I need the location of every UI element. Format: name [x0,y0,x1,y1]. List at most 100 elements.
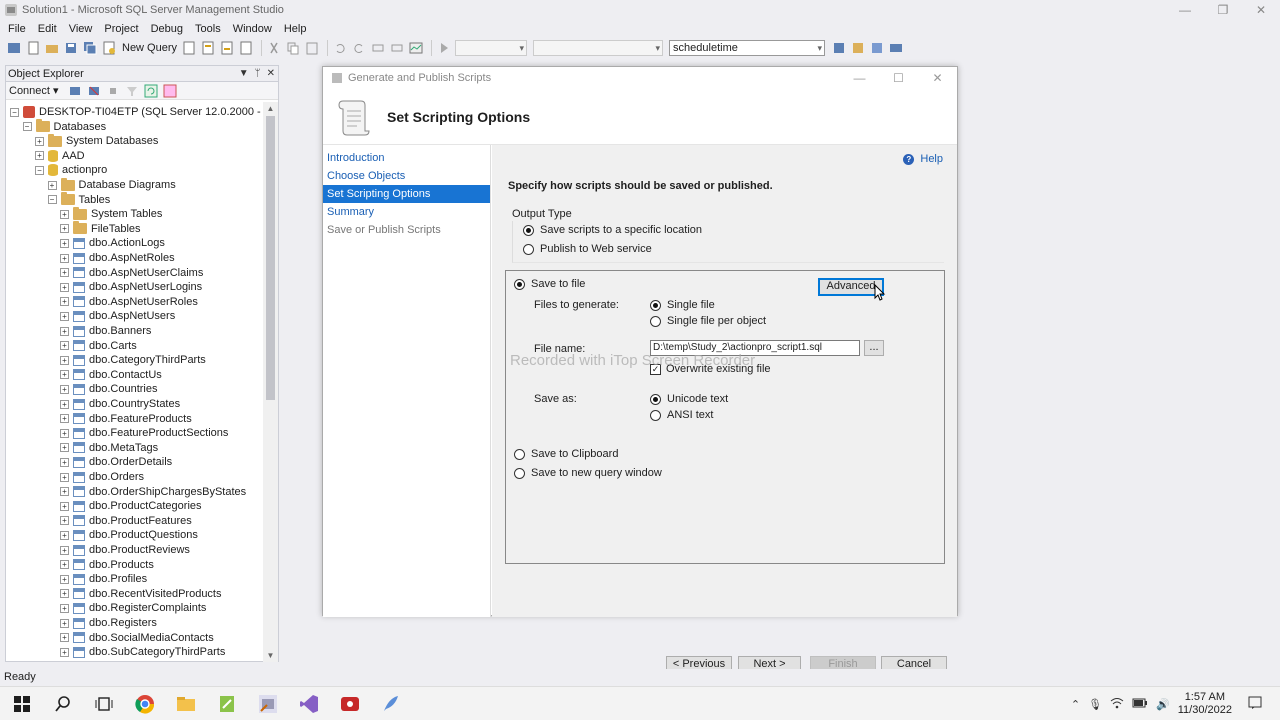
panel-close-icon[interactable]: ✕ [267,68,275,79]
tree-node[interactable]: + System Databases [35,133,158,148]
available-databases-combo[interactable]: scheduletime [669,40,826,56]
tree-node[interactable]: + dbo.ProductQuestions [60,528,198,542]
ansi-text-radio[interactable]: ANSI text [650,409,713,421]
menu-file[interactable]: File [2,23,32,35]
toolbox-icon[interactable] [888,40,904,56]
mdx-query-icon[interactable] [200,40,216,56]
menu-window[interactable]: Window [227,23,278,35]
radio-button[interactable] [650,393,661,405]
tree-node[interactable]: + dbo.MetaTags [60,441,158,455]
microphone-icon[interactable]: 🎙 [1088,698,1102,711]
tree-node[interactable]: − actionpro [35,163,107,177]
tree-node[interactable]: + dbo.SocialMediaContacts [60,631,214,645]
expand-icon[interactable]: + [60,268,69,278]
tree-node[interactable]: + dbo.Countries [60,382,158,396]
tree-node[interactable]: − Tables [47,192,110,207]
tree-node[interactable]: + dbo.AspNetUserRoles [60,295,198,309]
new-file-icon[interactable] [25,40,41,56]
redo-icon[interactable] [351,40,367,56]
new-query-icon[interactable] [101,40,117,56]
nav-set-scripting-options[interactable]: Set Scripting Options [323,185,490,203]
open-folder-icon[interactable] [44,40,60,56]
expand-icon[interactable]: + [60,603,69,613]
expand-icon[interactable]: + [35,136,44,146]
solution-config-combo[interactable] [455,40,528,56]
menu-debug[interactable]: Debug [145,23,189,35]
expand-icon[interactable]: + [60,487,69,497]
tree-node[interactable]: + dbo.FeatureProducts [60,412,192,426]
expand-icon[interactable]: + [60,384,69,394]
save-to-clipboard-radio[interactable]: Save to Clipboard [514,448,618,460]
tree-node[interactable]: + dbo.AspNetRoles [60,251,175,265]
expand-icon[interactable]: + [60,530,69,540]
file-explorer-icon[interactable] [176,694,196,714]
paste-icon[interactable] [304,40,320,56]
expand-icon[interactable]: + [60,326,69,336]
activity-monitor-icon[interactable] [408,40,424,56]
tree-node[interactable]: + dbo.ContactUs [60,368,162,382]
tree-node[interactable]: + dbo.AspNetUsers [60,309,175,323]
connect-button[interactable]: Connect ▾ [9,84,59,97]
tree-node[interactable]: + dbo.RegisterComplaints [60,601,206,615]
save-icon[interactable] [63,40,79,56]
cut-icon[interactable] [266,40,282,56]
menu-edit[interactable]: Edit [32,23,63,35]
radio-button[interactable] [523,224,534,236]
radio-button[interactable] [650,299,661,311]
object-explorer-icon[interactable] [831,40,847,56]
nav-introduction[interactable]: Introduction [323,149,490,167]
expand-icon[interactable]: + [60,589,69,599]
new-project-icon[interactable] [6,40,22,56]
radio-button[interactable] [514,278,525,290]
collapse-icon[interactable]: − [22,122,32,132]
connect-object-explorer-icon[interactable] [67,83,83,99]
help-link[interactable]: ? Help [903,153,943,165]
screen-recorder-icon[interactable] [340,694,360,714]
expand-icon[interactable]: + [60,414,69,424]
expand-icon[interactable]: + [60,618,69,628]
undo-icon[interactable] [332,40,348,56]
tree-node[interactable]: + dbo.ProductReviews [60,543,190,557]
activity-icon[interactable] [162,83,178,99]
tree-node[interactable]: + dbo.Registers [60,616,157,630]
output-specific-location-radio[interactable]: Save scripts to a specific location [523,224,702,236]
expand-icon[interactable]: + [60,457,69,467]
refresh-icon[interactable] [143,83,159,99]
registered-servers-icon[interactable] [850,40,866,56]
expand-icon[interactable]: + [60,355,69,365]
database-query-icon[interactable] [181,40,197,56]
radio-button[interactable] [523,243,534,255]
tree-node[interactable]: − Databases [22,119,106,134]
tree-node[interactable]: + dbo.ProductFeatures [60,514,192,528]
expand-icon[interactable]: + [60,253,69,263]
pin-icon[interactable]: ᛘ [255,68,261,79]
tree-node[interactable]: + dbo.Banners [60,324,151,338]
properties-icon[interactable] [869,40,885,56]
taskbar-clock[interactable]: 1:57 AM 11/30/2022 [1178,691,1232,717]
expand-icon[interactable]: + [60,341,69,351]
radio-button[interactable] [514,448,525,460]
save-to-file-radio[interactable]: Save to file [514,278,585,290]
expand-icon[interactable]: + [60,545,69,555]
navigate-forward-icon[interactable] [389,40,405,56]
dmx-query-icon[interactable] [219,40,235,56]
tree-node[interactable]: + dbo.AspNetUserClaims [60,266,203,280]
expand-icon[interactable]: + [60,224,69,234]
chevron-up-icon[interactable]: ⌃ [1071,698,1080,711]
menu-tools[interactable]: Tools [189,23,227,35]
notification-icon[interactable] [1248,696,1262,713]
disconnect-icon[interactable] [86,83,102,99]
object-explorer-scrollbar[interactable]: ▲ ▼ [263,102,278,662]
tree-node[interactable]: + dbo.Products [60,558,154,572]
task-view-icon[interactable] [94,694,114,714]
nav-summary[interactable]: Summary [323,203,490,221]
scrollbar-thumb[interactable] [266,116,275,400]
collapse-icon[interactable]: − [35,165,44,175]
network-icon[interactable] [1110,697,1124,712]
tree-node[interactable]: + dbo.RecentVisitedProducts [60,587,222,601]
filter-icon[interactable] [124,83,140,99]
expand-icon[interactable]: + [60,633,69,643]
dialog-close-icon[interactable]: ✕ [918,71,957,85]
expand-icon[interactable]: + [60,472,69,482]
radio-button[interactable] [650,315,661,327]
